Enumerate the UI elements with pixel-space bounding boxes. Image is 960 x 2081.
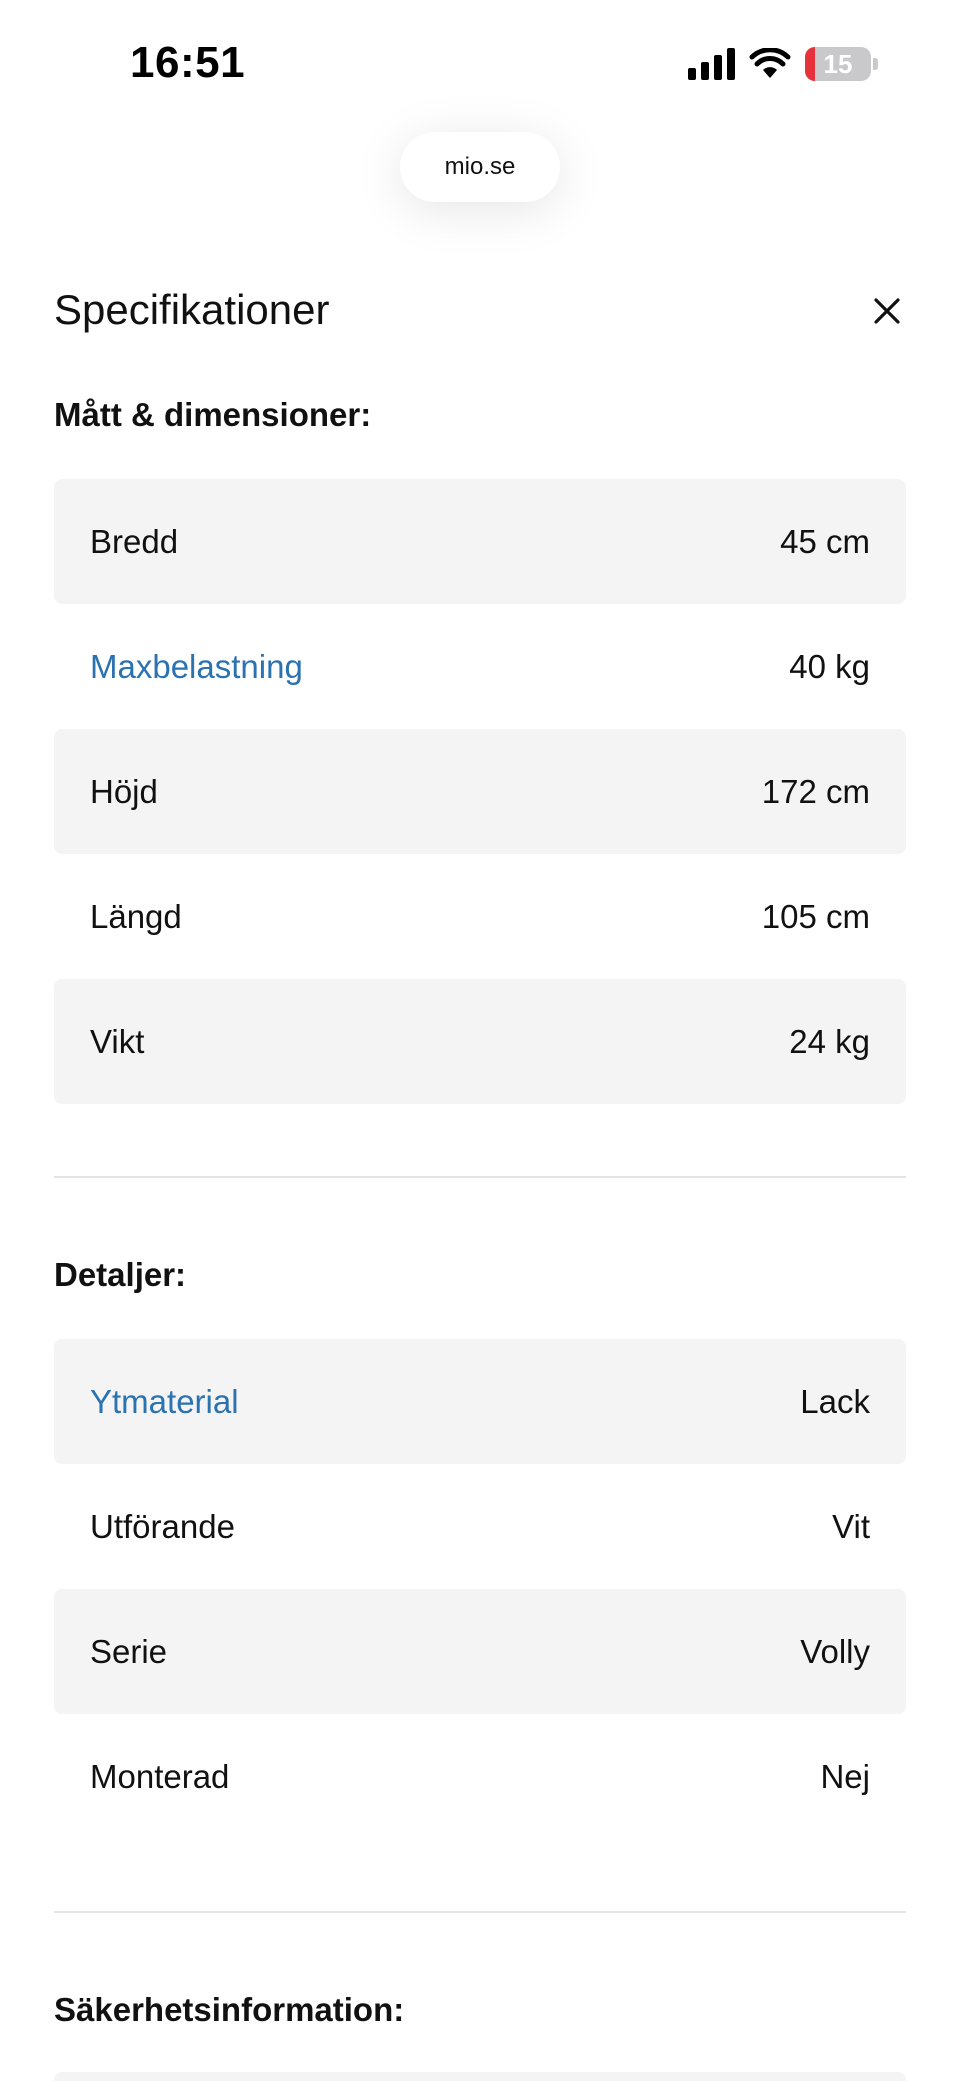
- spec-row-max-load: Maxbelastning 40 kg: [54, 604, 906, 729]
- spec-value: Vit: [832, 1507, 870, 1545]
- spec-value: 45 cm: [780, 522, 870, 560]
- spec-label: Utförande: [90, 1507, 235, 1545]
- spec-value: 40 kg: [789, 647, 870, 685]
- sheet-title: Specifikationer: [54, 286, 330, 333]
- section-divider: [54, 1911, 906, 1913]
- spec-label: Monterad: [90, 1757, 230, 1795]
- section-divider: [54, 1176, 906, 1178]
- spec-label-link[interactable]: Maxbelastning: [90, 648, 303, 686]
- url-bar[interactable]: mio.se: [400, 132, 560, 202]
- close-icon[interactable]: [870, 294, 904, 328]
- spec-row-finish: Utförande Vit: [54, 1464, 906, 1589]
- battery-icon: 15: [805, 47, 878, 81]
- status-time: 16:51: [130, 38, 246, 87]
- spec-label: Längd: [90, 897, 182, 935]
- spec-row-height: Höjd 172 cm: [54, 729, 906, 854]
- section-details: Detaljer:: [54, 1256, 906, 1294]
- section-heading: Mått & dimensioner:: [54, 396, 372, 433]
- spec-row-assembled: Monterad Nej: [54, 1714, 906, 1839]
- section-dimensions: Mått & dimensioner:: [54, 396, 906, 434]
- spec-value: Volly: [800, 1632, 870, 1670]
- status-bar: 16:51 15: [0, 0, 960, 120]
- battery-level: 15: [823, 48, 853, 79]
- section-heading: Säkerhetsinformation:: [54, 1991, 405, 2028]
- spec-value: 105 cm: [761, 897, 870, 935]
- spec-value: 172 cm: [761, 772, 870, 810]
- safety-row-partial: [54, 2072, 906, 2081]
- spec-row-weight: Vikt 24 kg: [54, 979, 906, 1104]
- section-safety: Säkerhetsinformation:: [54, 1991, 906, 2029]
- spec-label: Serie: [90, 1632, 168, 1670]
- spec-label: Vikt: [90, 1022, 145, 1060]
- spec-value: 24 kg: [789, 1022, 870, 1060]
- dimensions-list: Bredd 45 cm Maxbelastning 40 kg Höjd 172…: [54, 479, 906, 1104]
- spec-value: Lack: [800, 1382, 870, 1420]
- url-text: mio.se: [444, 153, 516, 180]
- spec-label: Höjd: [90, 772, 158, 810]
- spec-row-series: Serie Volly: [54, 1589, 906, 1714]
- spec-value: Nej: [820, 1757, 870, 1795]
- details-list: Ytmaterial Lack Utförande Vit Serie Voll…: [54, 1339, 906, 1839]
- spec-row-surface-material: Ytmaterial Lack: [54, 1339, 906, 1464]
- spec-row-width: Bredd 45 cm: [54, 479, 906, 604]
- cellular-signal-icon: [688, 48, 735, 80]
- section-heading: Detaljer:: [54, 1256, 187, 1293]
- wifi-icon: [749, 48, 791, 78]
- spec-label: Bredd: [90, 522, 179, 560]
- spec-row-length: Längd 105 cm: [54, 854, 906, 979]
- spec-label-link[interactable]: Ytmaterial: [90, 1383, 239, 1421]
- status-icons: 15: [688, 44, 878, 84]
